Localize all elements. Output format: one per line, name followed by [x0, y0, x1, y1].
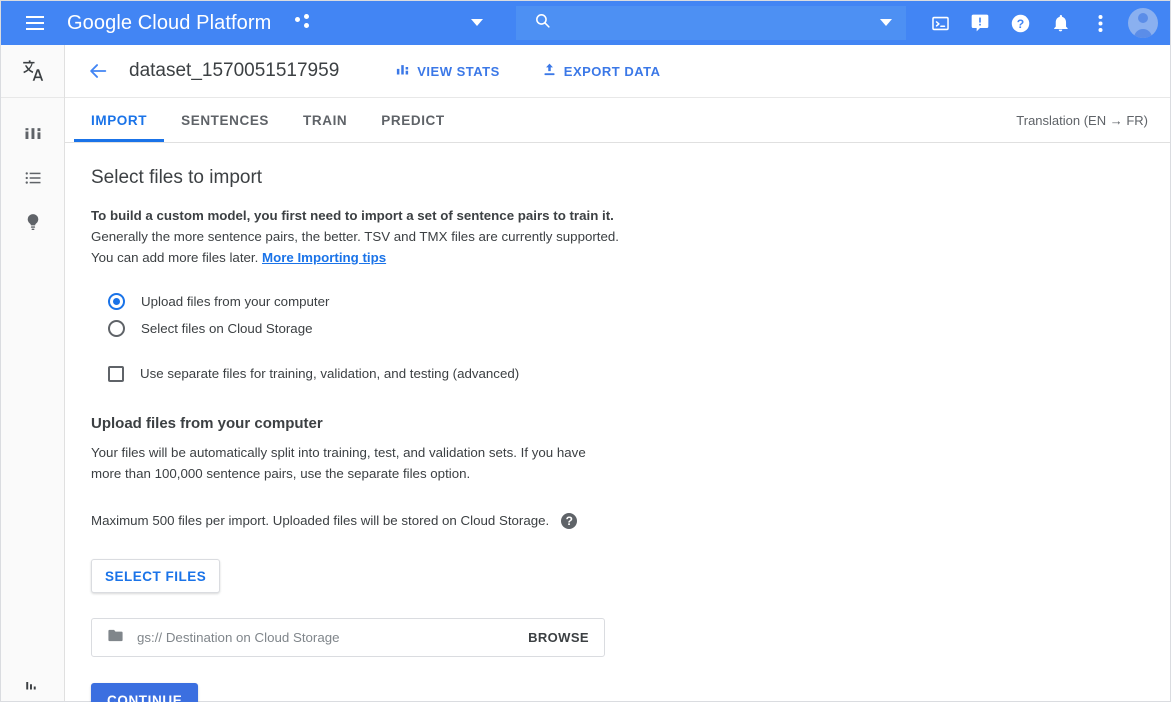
page-title: dataset_1570051517959 — [129, 60, 339, 82]
project-cluster-icon[interactable] — [293, 13, 313, 33]
radio-option-upload-from-computer[interactable]: Upload files from your computer — [108, 288, 1144, 315]
export-data-label: EXPORT DATA — [564, 64, 661, 79]
view-stats-button[interactable]: VIEW STATS — [395, 62, 500, 80]
radio-label-cloud-storage: Select files on Cloud Storage — [141, 321, 312, 336]
left-navigation-rail — [1, 45, 65, 701]
hamburger-menu-icon[interactable] — [11, 1, 59, 45]
svg-text:?: ? — [1016, 16, 1023, 30]
sidebar-item-tips[interactable] — [1, 200, 64, 244]
intro-bold-text: To build a custom model, you first need … — [91, 205, 1144, 226]
upload-icon — [542, 62, 557, 80]
view-stats-label: VIEW STATS — [417, 64, 500, 79]
import-panel: Select files to import To build a custom… — [65, 143, 1170, 702]
more-importing-tips-link[interactable]: More Importing tips — [262, 250, 386, 265]
export-data-button[interactable]: EXPORT DATA — [542, 62, 661, 80]
search-chevron-down-icon[interactable] — [880, 19, 892, 26]
search-icon — [534, 12, 551, 34]
checkbox-separate-files[interactable]: Use separate files for training, validat… — [108, 360, 1144, 387]
rail-item-list — [1, 98, 64, 244]
help-icon[interactable]: ? — [1002, 5, 1038, 41]
intro-line-3-prefix: You can add more files later. — [91, 250, 262, 265]
upload-desc-line-2: more than 100,000 sentence pairs, use th… — [91, 463, 1144, 484]
continue-button[interactable]: CONTINUE — [91, 683, 198, 702]
tab-import[interactable]: IMPORT — [74, 98, 164, 142]
tab-train[interactable]: TRAIN — [286, 98, 364, 142]
tab-bar: IMPORT SENTENCES TRAIN PREDICT Translati… — [65, 98, 1170, 143]
app-window: Google Cloud Platform — [0, 0, 1171, 702]
sidebar-item-dashboard[interactable] — [1, 112, 64, 156]
top-navigation-bar: Google Cloud Platform — [1, 1, 1170, 45]
upload-section-heading: Upload files from your computer — [91, 415, 1144, 432]
collapse-icon[interactable] — [1, 679, 65, 701]
bar-chart-icon — [395, 62, 410, 80]
tab-sentences[interactable]: SENTENCES — [164, 98, 286, 142]
destination-input[interactable]: gs:// Destination on Cloud Storage BROWS… — [91, 618, 605, 657]
upload-desc-line-1: Your files will be automatically split i… — [91, 442, 1144, 463]
checkbox-label: Use separate files for training, validat… — [140, 366, 519, 381]
main-content: dataset_1570051517959 VIEW STATS — [65, 45, 1170, 701]
translation-direction-label: Translation (EN → FR) — [1016, 98, 1148, 143]
max-files-note: Maximum 500 files per import. Uploaded f… — [91, 510, 549, 531]
radio-option-cloud-storage[interactable]: Select files on Cloud Storage — [108, 315, 1144, 342]
more-options-icon[interactable] — [1082, 5, 1118, 41]
destination-placeholder: gs:// Destination on Cloud Storage — [137, 630, 528, 645]
top-bar-actions: ? — [922, 1, 1158, 45]
translation-icon[interactable] — [1, 45, 64, 98]
tab-predict[interactable]: PREDICT — [364, 98, 461, 142]
notifications-bell-icon[interactable] — [1042, 5, 1078, 41]
cloud-shell-icon[interactable] — [922, 5, 958, 41]
feedback-icon[interactable] — [962, 5, 998, 41]
select-files-button[interactable]: SELECT FILES — [91, 559, 220, 593]
user-avatar[interactable] — [1128, 8, 1158, 38]
section-title: Select files to import — [91, 167, 1144, 189]
radio-icon-unselected — [108, 320, 125, 337]
intro-line-2: Generally the more sentence pairs, the b… — [91, 226, 1144, 247]
checkbox-icon-unchecked — [108, 366, 124, 382]
folder-icon — [107, 627, 124, 649]
brand-title: Google Cloud Platform — [67, 12, 271, 35]
sidebar-item-datasets[interactable] — [1, 156, 64, 200]
source-radio-group: Upload files from your computer Select f… — [108, 288, 1144, 342]
intro-line-3: You can add more files later. More Impor… — [91, 247, 1144, 268]
search-input[interactable] — [516, 6, 906, 40]
page-header: dataset_1570051517959 VIEW STATS — [65, 45, 1170, 98]
max-files-note-row: Maximum 500 files per import. Uploaded f… — [91, 510, 1144, 531]
help-circle-icon[interactable]: ? — [561, 513, 577, 529]
radio-label-upload: Upload files from your computer — [141, 294, 329, 309]
radio-icon-selected — [108, 293, 125, 310]
chevron-down-icon[interactable] — [471, 19, 483, 26]
browse-button[interactable]: BROWSE — [528, 630, 589, 645]
back-arrow-icon[interactable] — [87, 60, 109, 82]
